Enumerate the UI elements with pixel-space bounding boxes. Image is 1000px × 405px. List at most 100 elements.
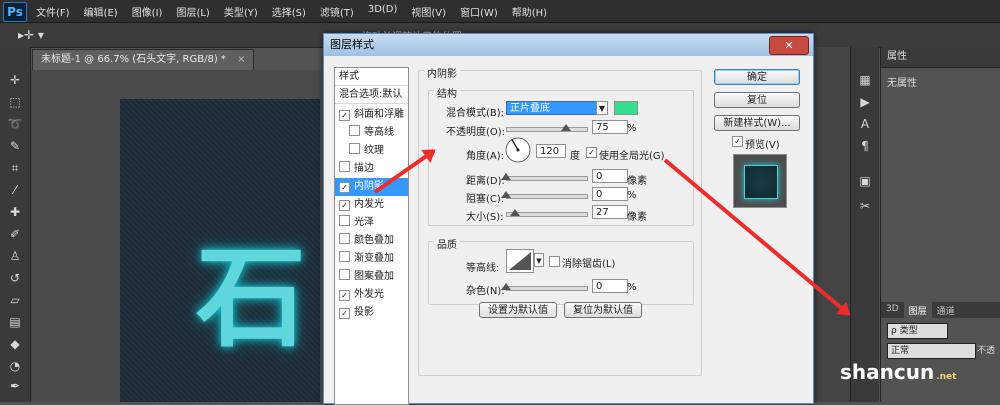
menu-layer[interactable]: 图层(L) bbox=[176, 4, 209, 19]
menu-edit[interactable]: 编辑(E) bbox=[84, 4, 118, 19]
style-checkbox[interactable] bbox=[349, 125, 360, 136]
reset-default-button[interactable]: 复位为默认值 bbox=[564, 302, 642, 318]
tab-channels[interactable]: 通道 bbox=[932, 302, 960, 318]
gradient-tool-icon[interactable]: ▤ bbox=[6, 313, 24, 331]
style-list-item[interactable]: ✓ 外发光 bbox=[335, 286, 408, 304]
angle-input[interactable]: 120 bbox=[536, 144, 566, 158]
noise-input[interactable]: 0 bbox=[592, 279, 628, 293]
global-light-checkbox[interactable]: ✓ bbox=[586, 147, 597, 158]
opacity-slider[interactable] bbox=[506, 127, 588, 132]
style-checkbox[interactable] bbox=[339, 215, 350, 226]
menu-window[interactable]: 窗口(W) bbox=[460, 4, 498, 19]
marquee-tool-icon[interactable]: ⬚ bbox=[6, 93, 24, 111]
style-checkbox[interactable] bbox=[339, 269, 350, 280]
style-list-item[interactable]: 图案叠加 bbox=[335, 268, 408, 286]
menu-filter[interactable]: 滤镜(T) bbox=[320, 4, 354, 19]
style-checkbox[interactable]: ✓ bbox=[339, 290, 350, 301]
choke-slider-thumb[interactable] bbox=[501, 191, 511, 198]
quick-select-tool-icon[interactable]: ✎ bbox=[6, 137, 24, 155]
menu-type[interactable]: 类型(Y) bbox=[224, 4, 258, 19]
menu-3d[interactable]: 3D(D) bbox=[368, 4, 398, 19]
style-checkbox[interactable]: ✓ bbox=[339, 182, 350, 193]
style-list-header[interactable]: 样式 bbox=[335, 68, 408, 86]
style-checkbox[interactable] bbox=[339, 161, 350, 172]
new-style-button[interactable]: 新建样式(W)... bbox=[714, 115, 800, 131]
character-panel-icon[interactable]: A bbox=[856, 115, 874, 133]
distance-slider[interactable] bbox=[506, 176, 588, 181]
brush-tool-icon[interactable]: ✐ bbox=[6, 225, 24, 243]
contour-chevron-down-icon[interactable]: ▼ bbox=[534, 253, 544, 267]
tab-3d[interactable]: 3D bbox=[881, 302, 904, 318]
distance-input[interactable]: 0 bbox=[592, 169, 628, 183]
style-checkbox[interactable]: ✓ bbox=[339, 110, 350, 121]
history-panel-icon[interactable]: ▦ bbox=[856, 71, 874, 89]
pen-tool-icon[interactable]: ✒ bbox=[6, 377, 24, 395]
menu-image[interactable]: 图像(I) bbox=[132, 4, 163, 19]
style-list-item[interactable]: 颜色叠加 bbox=[335, 232, 408, 250]
style-list-item[interactable]: ✓ 内发光 bbox=[335, 196, 408, 214]
close-tab-icon[interactable]: × bbox=[237, 54, 245, 65]
move-tool-icon[interactable]: ✛ bbox=[6, 71, 24, 89]
make-default-button[interactable]: 设置为默认值 bbox=[479, 302, 557, 318]
blend-options-item[interactable]: 混合选项:默认 bbox=[335, 86, 408, 104]
size-input[interactable]: 27 bbox=[592, 205, 628, 219]
layer-type-filter[interactable]: ρ 类型 bbox=[887, 323, 948, 339]
size-slider-thumb[interactable] bbox=[509, 209, 520, 216]
menu-file[interactable]: 文件(F) bbox=[36, 4, 70, 19]
choke-slider[interactable] bbox=[506, 194, 588, 199]
opacity-input[interactable]: 75 bbox=[592, 120, 628, 134]
style-checkbox[interactable] bbox=[339, 251, 350, 262]
close-button[interactable]: ✕ bbox=[769, 36, 809, 55]
style-list-item[interactable]: ✓ 斜面和浮雕 bbox=[335, 106, 408, 124]
menu-list: 文件(F) 编辑(E) 图像(I) 图层(L) 类型(Y) 选择(S) 滤镜(T… bbox=[36, 4, 561, 19]
choke-input[interactable]: 0 bbox=[592, 187, 628, 201]
layer-blend-select[interactable]: 正常 bbox=[887, 343, 976, 359]
tab-layers[interactable]: 图层 bbox=[903, 302, 932, 318]
lasso-tool-icon[interactable]: ➰ bbox=[6, 115, 24, 133]
shadow-color-swatch[interactable] bbox=[614, 101, 638, 115]
tools-preset-icon[interactable]: ✂ bbox=[856, 197, 874, 215]
document-tab[interactable]: 未标题-1 @ 66.7% (石头文字, RGB/8) * × bbox=[32, 49, 255, 70]
paragraph-panel-icon[interactable]: ¶ bbox=[856, 137, 874, 155]
blend-mode-label: 混合模式(B): bbox=[446, 108, 505, 119]
crop-tool-icon[interactable]: ⌗ bbox=[6, 159, 24, 177]
blur-tool-icon[interactable]: ◆ bbox=[6, 335, 24, 353]
style-list-item[interactable]: 等高线 bbox=[335, 124, 408, 142]
distance-slider-thumb[interactable] bbox=[501, 173, 511, 180]
reset-button[interactable]: 复位 bbox=[714, 92, 800, 108]
actions-panel-icon[interactable]: ▶ bbox=[856, 93, 874, 111]
style-checkbox[interactable]: ✓ bbox=[339, 308, 350, 319]
preview-checkbox[interactable]: ✓ bbox=[732, 136, 743, 147]
angle-dial[interactable] bbox=[504, 136, 532, 164]
stamp-tool-icon[interactable]: ♙ bbox=[6, 247, 24, 265]
ok-button[interactable]: 确定 bbox=[714, 69, 800, 85]
style-list-item[interactable]: 渐变叠加 bbox=[335, 250, 408, 268]
healing-tool-icon[interactable]: ✚ bbox=[6, 203, 24, 221]
adjust-panel-icon[interactable]: ▣ bbox=[856, 172, 874, 190]
style-list-item[interactable]: 纹理 bbox=[335, 142, 408, 160]
eraser-tool-icon[interactable]: ▱ bbox=[6, 291, 24, 309]
style-list-item[interactable]: ✓ 投影 bbox=[335, 304, 408, 322]
dodge-tool-icon[interactable]: ◔ bbox=[6, 357, 24, 375]
style-checkbox[interactable] bbox=[339, 233, 350, 244]
noise-slider-thumb[interactable] bbox=[501, 283, 511, 290]
antialias-checkbox[interactable] bbox=[549, 256, 560, 267]
style-list: 样式 混合选项:默认 ✓ 斜面和浮雕 等高线 纹理 描边 ✓ 内阴影 ✓ 内发光 光泽 颜色叠加 渐变… bbox=[334, 67, 409, 405]
move-tool-icon[interactable]: ▸✛ ▾ bbox=[18, 28, 44, 42]
chevron-down-icon[interactable]: ▼ bbox=[596, 101, 608, 115]
style-list-item[interactable]: ✓ 内阴影 bbox=[335, 178, 408, 196]
style-checkbox[interactable] bbox=[349, 143, 360, 154]
history-brush-icon[interactable]: ↺ bbox=[6, 269, 24, 287]
style-checkbox[interactable]: ✓ bbox=[339, 200, 350, 211]
watermark-logo: shancun .net bbox=[840, 360, 956, 384]
menu-view[interactable]: 视图(V) bbox=[411, 4, 446, 19]
eyedropper-tool-icon[interactable]: ⁄ bbox=[6, 181, 24, 199]
menu-help[interactable]: 帮助(H) bbox=[512, 4, 547, 19]
noise-slider[interactable] bbox=[506, 286, 588, 291]
distance-unit: 像素 bbox=[627, 176, 647, 187]
style-list-item[interactable]: 光泽 bbox=[335, 214, 408, 232]
menu-select[interactable]: 选择(S) bbox=[272, 4, 306, 19]
contour-picker[interactable] bbox=[506, 249, 534, 273]
blend-mode-select[interactable]: 正片叠底 bbox=[506, 101, 608, 115]
opacity-slider-thumb[interactable] bbox=[561, 124, 571, 131]
